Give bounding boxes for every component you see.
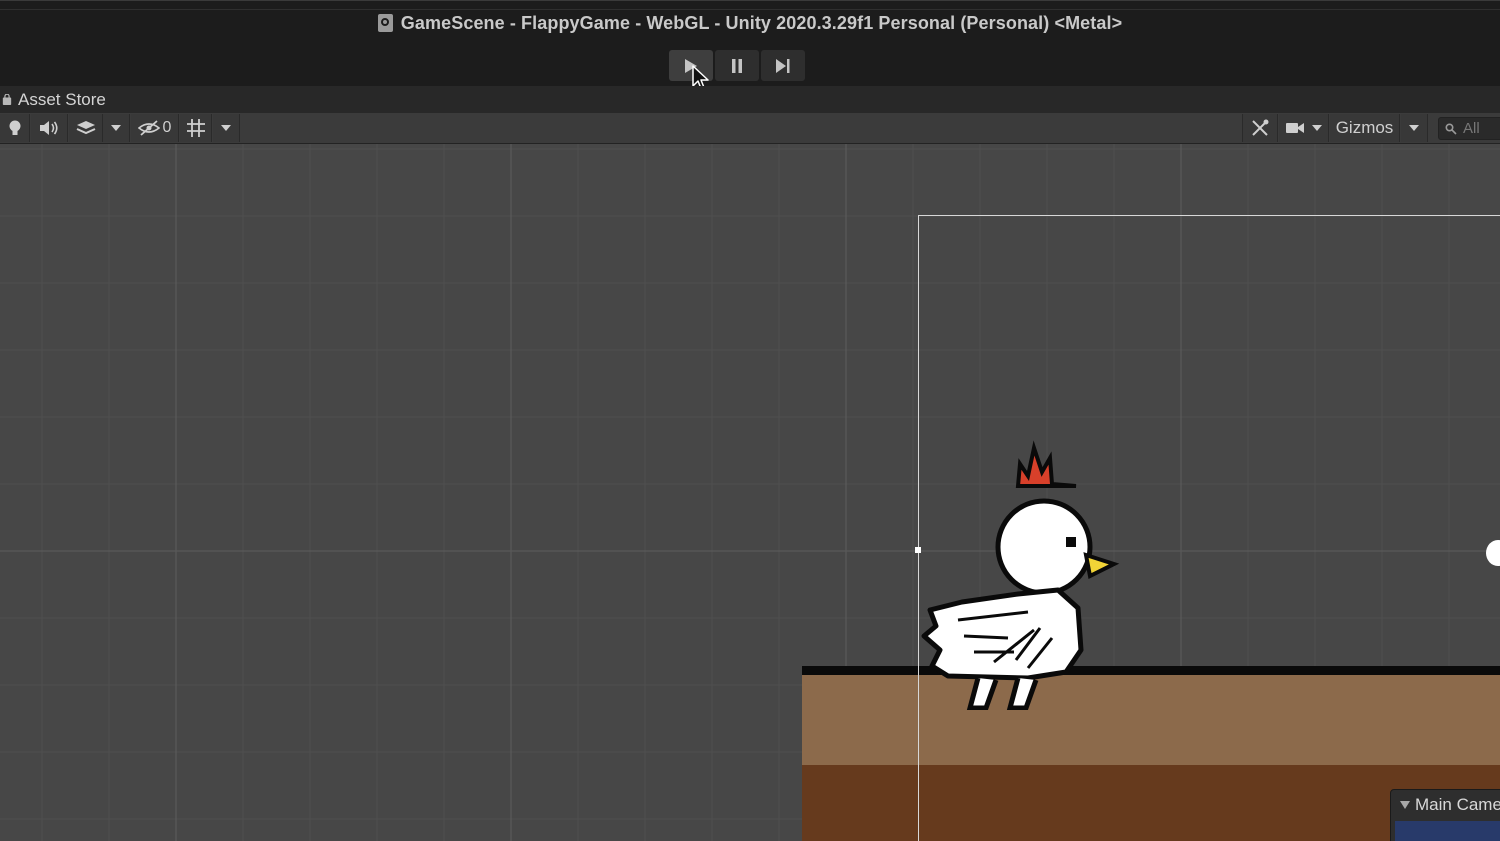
- scene-search-input[interactable]: All: [1438, 117, 1500, 140]
- editor-title-bar: GameScene - FlappyGame - WebGL - Unity 2…: [0, 0, 1500, 92]
- window-title-group: GameScene - FlappyGame - WebGL - Unity 2…: [0, 11, 1500, 35]
- lighting-toggle[interactable]: [0, 114, 30, 142]
- play-controls: [669, 50, 805, 81]
- camera-preview-image: [1395, 821, 1500, 841]
- search-icon: [1445, 122, 1457, 135]
- tab-label: Asset Store: [18, 89, 106, 109]
- panel-tab-bar: Asset Store: [0, 86, 1500, 113]
- scene-view[interactable]: Main Came: [0, 144, 1500, 841]
- pause-button[interactable]: [715, 50, 759, 81]
- grid-dropdown[interactable]: [213, 114, 240, 142]
- step-button[interactable]: [761, 50, 805, 81]
- hidden-objects-toggle[interactable]: 0: [131, 114, 179, 142]
- gizmos-label: Gizmos: [1335, 118, 1394, 137]
- effects-toggle[interactable]: [69, 114, 103, 142]
- chevron-down-icon: [221, 125, 231, 131]
- eye-slash-icon: [137, 120, 160, 136]
- unity-scene-icon: [377, 14, 393, 32]
- camera-panel-label: Main Came: [1415, 795, 1500, 814]
- audio-toggle[interactable]: [31, 114, 68, 142]
- gizmos-button[interactable]: Gizmos: [1330, 114, 1400, 142]
- chicken-sprite[interactable]: [918, 440, 1128, 710]
- step-icon: [776, 58, 790, 73]
- grid-icon: [186, 119, 205, 137]
- window-title: GameScene - FlappyGame - WebGL - Unity 2…: [400, 12, 1123, 33]
- scene-view-toolbar: 0 Gizmos All: [0, 113, 1500, 144]
- tab-asset-store[interactable]: Asset Store: [0, 86, 106, 113]
- collapse-triangle-icon: [1400, 801, 1410, 809]
- tools-icon: [1252, 119, 1269, 136]
- camera-settings-button[interactable]: [1279, 114, 1329, 142]
- main-camera-preview-panel[interactable]: Main Came: [1390, 789, 1500, 841]
- chevron-down-icon: [111, 125, 121, 131]
- asset-store-bag-icon: [2, 93, 12, 105]
- lightbulb-icon: [9, 120, 20, 135]
- chevron-down-icon: [1409, 125, 1419, 131]
- effects-dropdown[interactable]: [103, 114, 130, 142]
- hidden-count: 0: [162, 119, 172, 136]
- tools-toggle[interactable]: [1242, 114, 1278, 142]
- speaker-icon: [40, 121, 58, 135]
- pause-icon: [732, 58, 742, 73]
- camera-icon: [1285, 123, 1304, 133]
- effects-layers-icon: [76, 121, 95, 135]
- camera-panel-header[interactable]: Main Came: [1391, 790, 1500, 820]
- gizmos-dropdown[interactable]: [1401, 114, 1428, 142]
- grid-toggle[interactable]: [180, 114, 212, 142]
- title-bar-divider: [0, 9, 1500, 10]
- chevron-down-icon: [1311, 125, 1322, 131]
- search-placeholder: All: [1463, 120, 1480, 137]
